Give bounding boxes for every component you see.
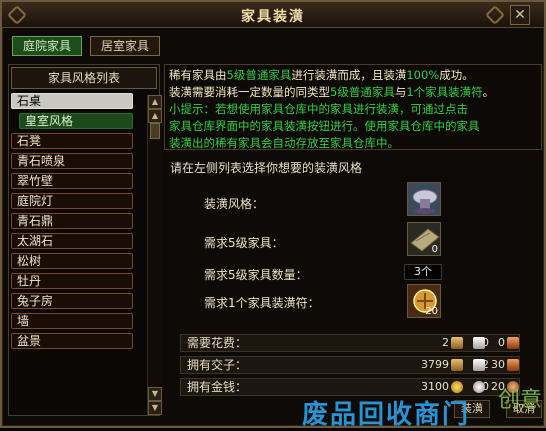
notes-gold-value: 3799 — [421, 358, 449, 371]
need-charm-label: 需求1个家具装潢符： — [204, 296, 320, 310]
coins-gold-value: 3100 — [421, 380, 449, 393]
scroll-up-secondary-icon[interactable]: ▲ — [148, 109, 162, 123]
tab-home-furniture[interactable]: 居室家具 — [90, 36, 161, 56]
style-list-item[interactable]: 兔子房 — [11, 293, 133, 309]
watermark-logo: 创意 — [498, 388, 543, 413]
watermark-text: 废品回收商门 — [302, 400, 471, 430]
need-furniture-label: 需求5级家具： — [204, 236, 284, 250]
tab-courtyard-furniture[interactable]: 庭院家具 — [12, 36, 83, 56]
title-bar[interactable]: 家具装潢 ✕ — [2, 2, 544, 28]
scroll-thumb[interactable] — [150, 123, 160, 139]
style-list-item[interactable]: 太湖石 — [11, 233, 133, 249]
info-segment: 100% — [406, 68, 440, 82]
owned-notes-label: 拥有交子： — [187, 358, 248, 372]
owned-notes-row: 拥有交子： 3799 92 30 — [180, 356, 520, 374]
style-list-item[interactable]: 牡丹 — [11, 273, 133, 289]
info-line-2: 装潢需要消耗一定数量的同类型5级普通家具与1个家具装潢符。 — [169, 84, 537, 101]
window-title: 家具装潢 — [241, 9, 305, 25]
info-segment: 5级普通家具 — [330, 85, 395, 99]
info-tip-line-1: 小提示：若想使用家具仓库中的家具进行装潢，可通过点击 — [169, 102, 468, 116]
close-button[interactable]: ✕ — [510, 5, 530, 25]
scroll-down-secondary-icon[interactable]: ▼ — [148, 387, 162, 401]
info-segment: 1个家具装潢符 — [406, 85, 483, 99]
stone-table-icon — [408, 183, 440, 215]
style-list-item[interactable]: 青石鼎 — [11, 213, 133, 229]
style-list: 石桌皇室风格石凳青石喷泉翠竹壁庭院灯青石鼎太湖石松树牡丹兔子房墙盆景 — [11, 93, 133, 353]
cost-copper-value: 0 — [498, 336, 505, 349]
copper-note-icon — [507, 337, 519, 349]
style-list-item[interactable]: 庭院灯 — [11, 193, 133, 209]
style-label: 装潢风格： — [204, 197, 265, 211]
info-segment: 进行装潢而成，且装潢 — [291, 68, 407, 82]
notes-copper-value: 30 — [491, 358, 505, 371]
cost-gold-value: 2 — [442, 336, 449, 349]
info-line-1: 稀有家具由5级普通家具进行装潢而成，且装潢100%成功。 — [169, 67, 537, 84]
info-box: 稀有家具由5级普通家具进行装潢而成，且装潢100%成功。 装潢需要消耗一定数量的… — [164, 64, 542, 150]
info-segment: 5级普通家具 — [226, 68, 292, 82]
style-list-item[interactable]: 青石喷泉 — [11, 153, 133, 169]
need-furniture-slot-qty: 0 — [431, 244, 438, 255]
scroll-down-icon[interactable]: ▼ — [148, 401, 162, 415]
need-furniture-count-label: 需求5级家具数量： — [204, 268, 308, 282]
style-list-item[interactable]: 石桌 — [11, 93, 133, 109]
owned-coins-label: 拥有金钱： — [187, 380, 248, 394]
cost-row: 需要花费： 2 0 0 — [180, 334, 520, 352]
style-list-header: 家具风格列表 — [11, 67, 157, 89]
style-list-item[interactable]: 墙 — [11, 313, 133, 329]
need-furniture-count: 3个 — [404, 264, 442, 280]
scroll-up-icon[interactable]: ▲ — [148, 95, 162, 109]
style-result-slot[interactable] — [407, 182, 441, 216]
info-tip-line-2: 家具仓库界面中的家具装潢按钮进行。使用家具仓库中的家具 — [169, 119, 480, 133]
style-list-item[interactable]: 皇室风格 — [19, 113, 133, 129]
decoration-window: 家具装潢 ✕ 庭院家具 居室家具 家具风格列表 石桌皇室风格石凳青石喷泉翠竹壁庭… — [0, 0, 546, 430]
style-list-panel: 家具风格列表 石桌皇室风格石凳青石喷泉翠竹壁庭院灯青石鼎太湖石松树牡丹兔子房墙盆… — [8, 64, 162, 416]
style-list-scrollbar[interactable]: ▲ ▲ ▼ ▼ — [147, 95, 162, 415]
select-style-prompt: 请在左侧列表选择你想要的装潢风格 — [170, 161, 363, 175]
style-list-item[interactable]: 盆景 — [11, 333, 133, 349]
cost-label: 需要花费： — [187, 336, 248, 350]
need-furniture-slot[interactable]: 0 — [407, 222, 441, 256]
charm-slot[interactable]: 20 — [407, 284, 441, 318]
info-segment: 成功。 — [439, 68, 474, 82]
copper-note-icon — [507, 359, 519, 371]
info-tip-line-3: 装潢出的稀有家具会自动存放至家具仓库中。 — [169, 136, 399, 150]
info-segment: 装潢需要消耗一定数量的同类型 — [169, 85, 330, 99]
style-list-item[interactable]: 翠竹壁 — [11, 173, 133, 189]
style-list-item[interactable]: 石凳 — [11, 133, 133, 149]
info-segment: 稀有家具由 — [169, 68, 227, 82]
style-list-item[interactable]: 松树 — [11, 253, 133, 269]
info-segment: 。 — [482, 85, 495, 99]
charm-slot-qty: 20 — [425, 306, 438, 317]
info-segment: 与 — [394, 85, 407, 99]
